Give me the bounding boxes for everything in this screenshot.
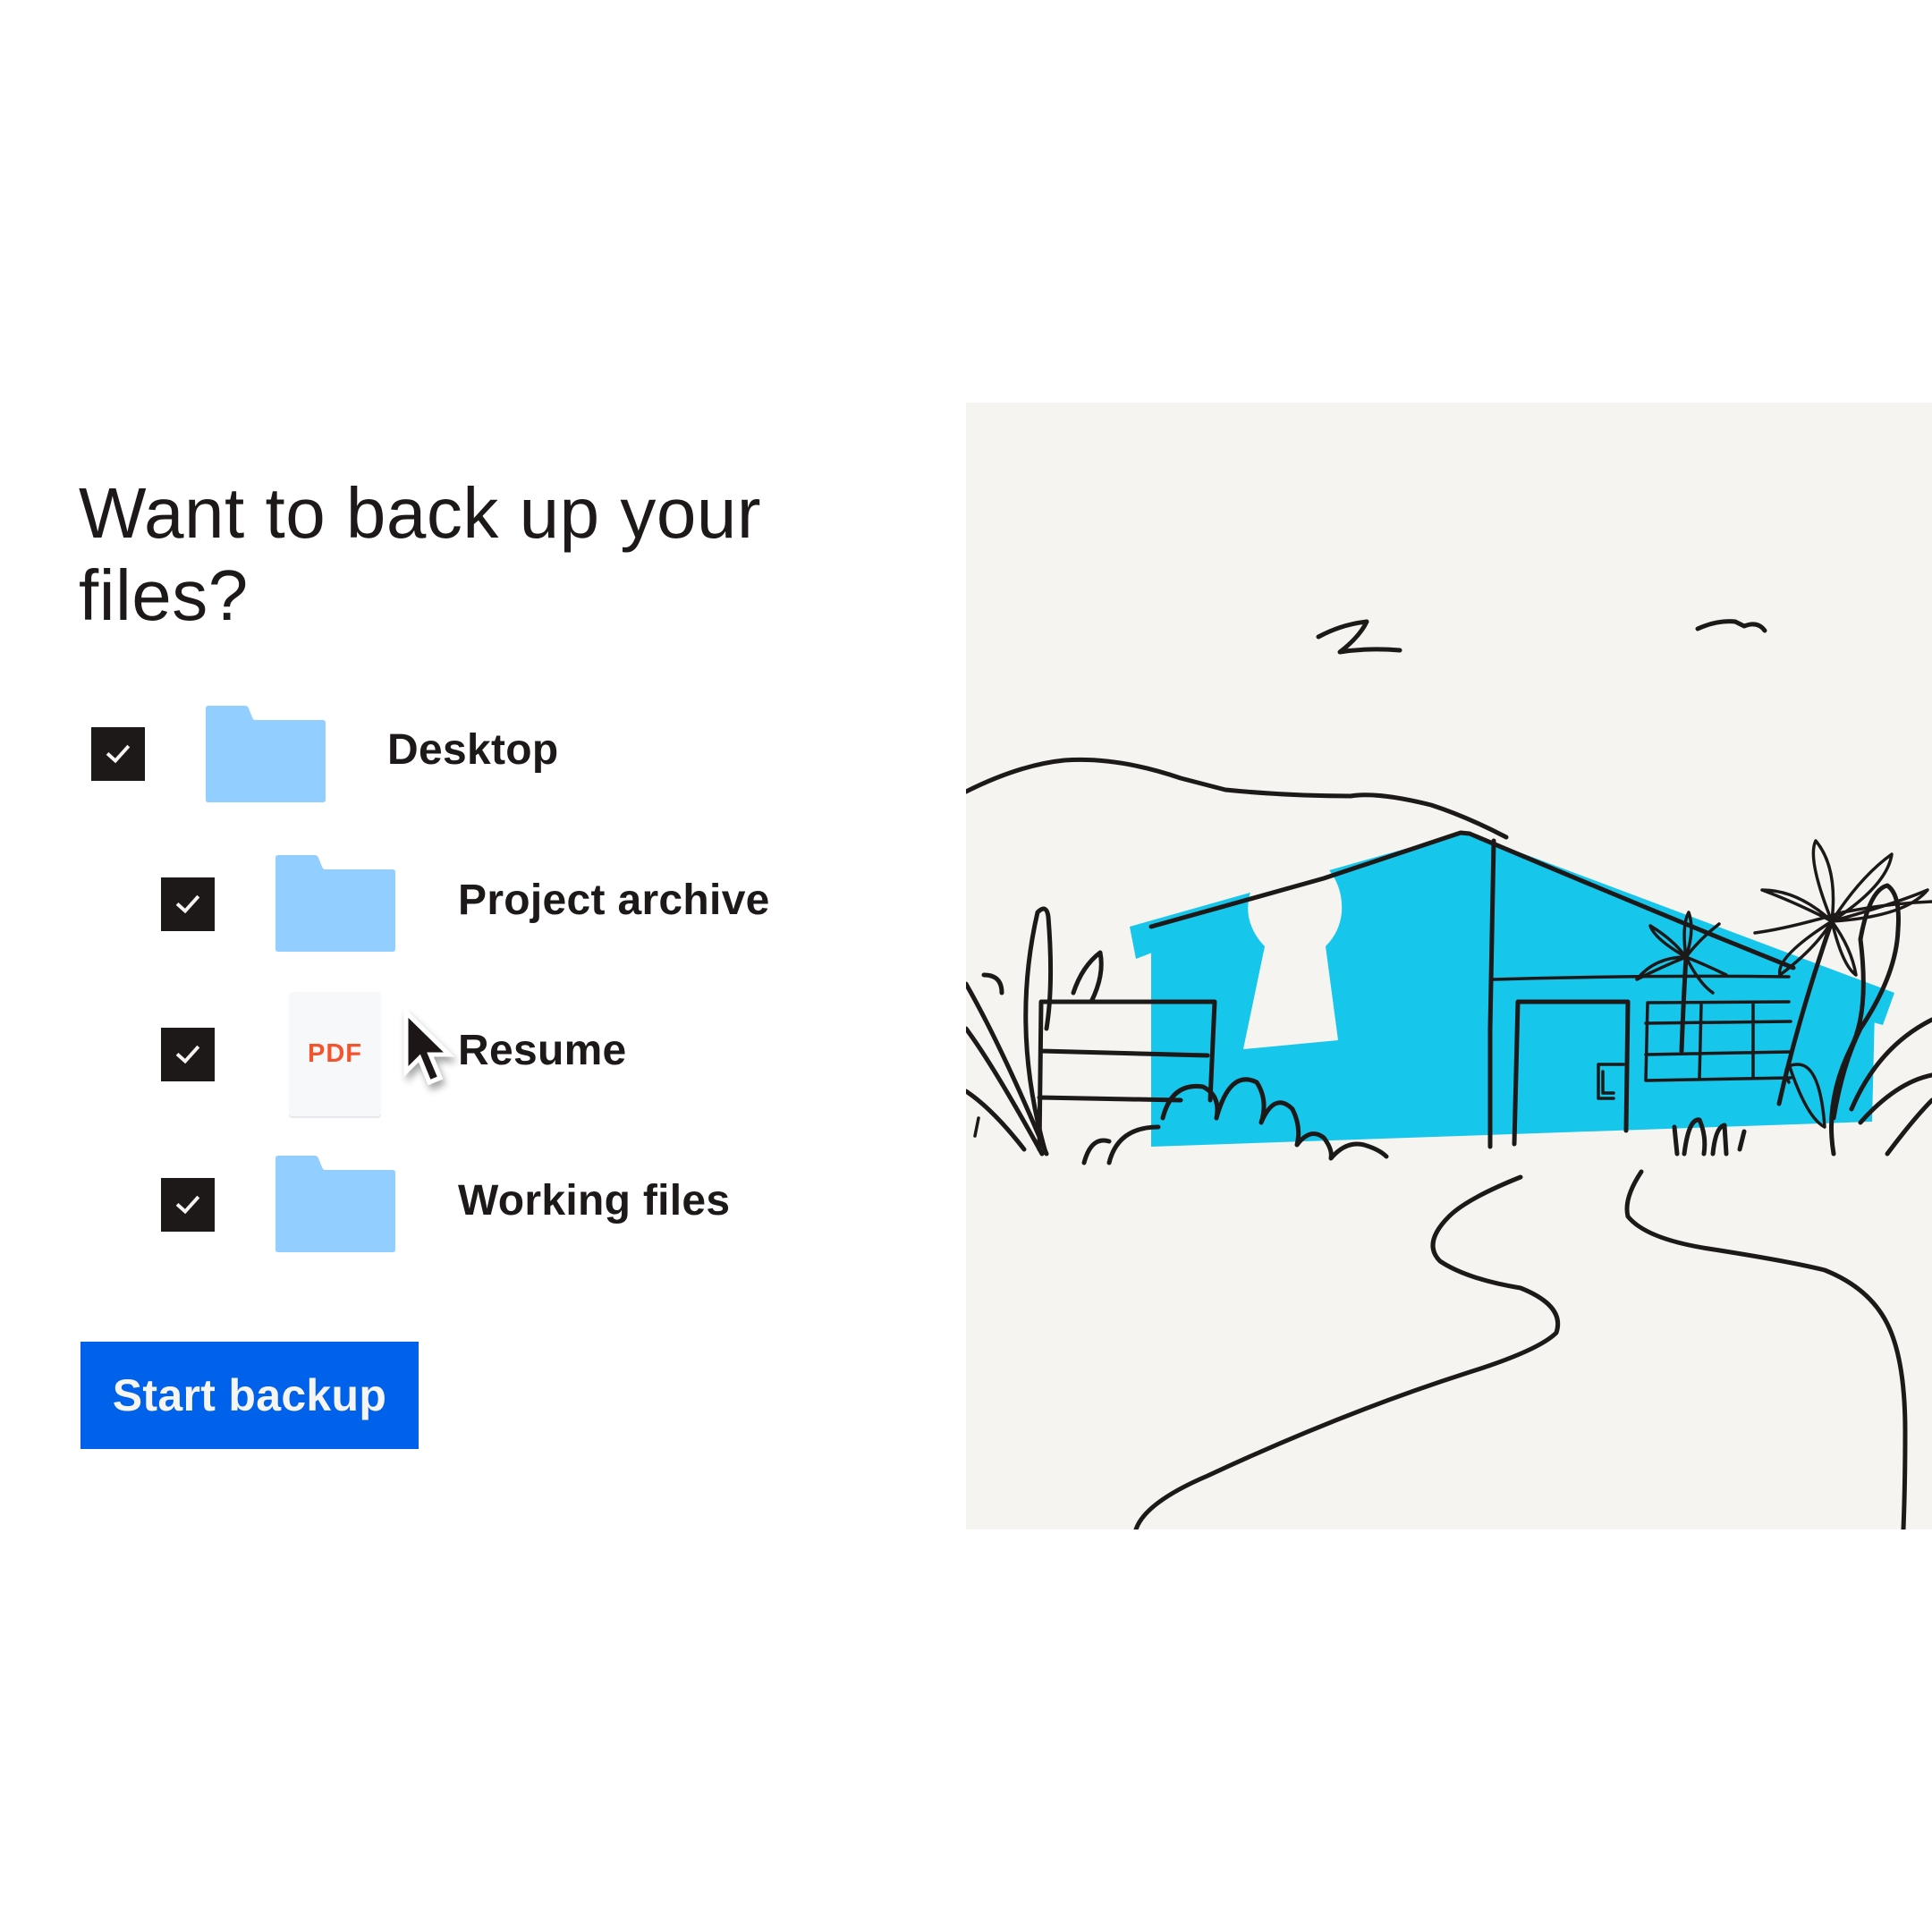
path-line xyxy=(1624,1169,1908,1530)
item-label-project-archive: Project archive xyxy=(458,877,770,924)
item-label-working-files: Working files xyxy=(458,1177,731,1224)
pdf-file-type-label: PDF xyxy=(308,1039,362,1068)
folder-icon xyxy=(275,855,395,952)
item-label-resume: Resume xyxy=(458,1027,627,1074)
bird-icon xyxy=(1316,619,1402,655)
folder-icon xyxy=(206,706,326,802)
mouse-pointer-icon xyxy=(402,1007,458,1091)
page-headline: Want to back up your files? xyxy=(79,473,761,635)
house-keyhole-illustration xyxy=(966,402,1932,1530)
bird-icon xyxy=(1695,619,1767,633)
checkbox-project-archive[interactable] xyxy=(161,877,215,931)
start-backup-button[interactable]: Start backup xyxy=(80,1342,419,1449)
checkmark-icon xyxy=(106,744,131,764)
plant-stroke xyxy=(973,1116,980,1138)
palm-frond xyxy=(1760,839,1929,977)
checkmark-icon xyxy=(175,1045,200,1064)
checkbox-working-files[interactable] xyxy=(161,1178,215,1232)
hill-line xyxy=(966,757,1509,840)
pdf-file-icon: PDF xyxy=(289,992,381,1116)
path-line xyxy=(1133,1174,1560,1530)
checkmark-icon xyxy=(175,894,200,914)
item-label-desktop: Desktop xyxy=(387,726,559,774)
plant-leaf xyxy=(1071,950,1104,1004)
checkbox-resume[interactable] xyxy=(161,1028,215,1081)
checkmark-icon xyxy=(175,1195,200,1215)
illustration-artwork xyxy=(966,619,1932,1530)
checkbox-desktop[interactable] xyxy=(91,727,145,781)
folder-icon xyxy=(275,1156,395,1252)
